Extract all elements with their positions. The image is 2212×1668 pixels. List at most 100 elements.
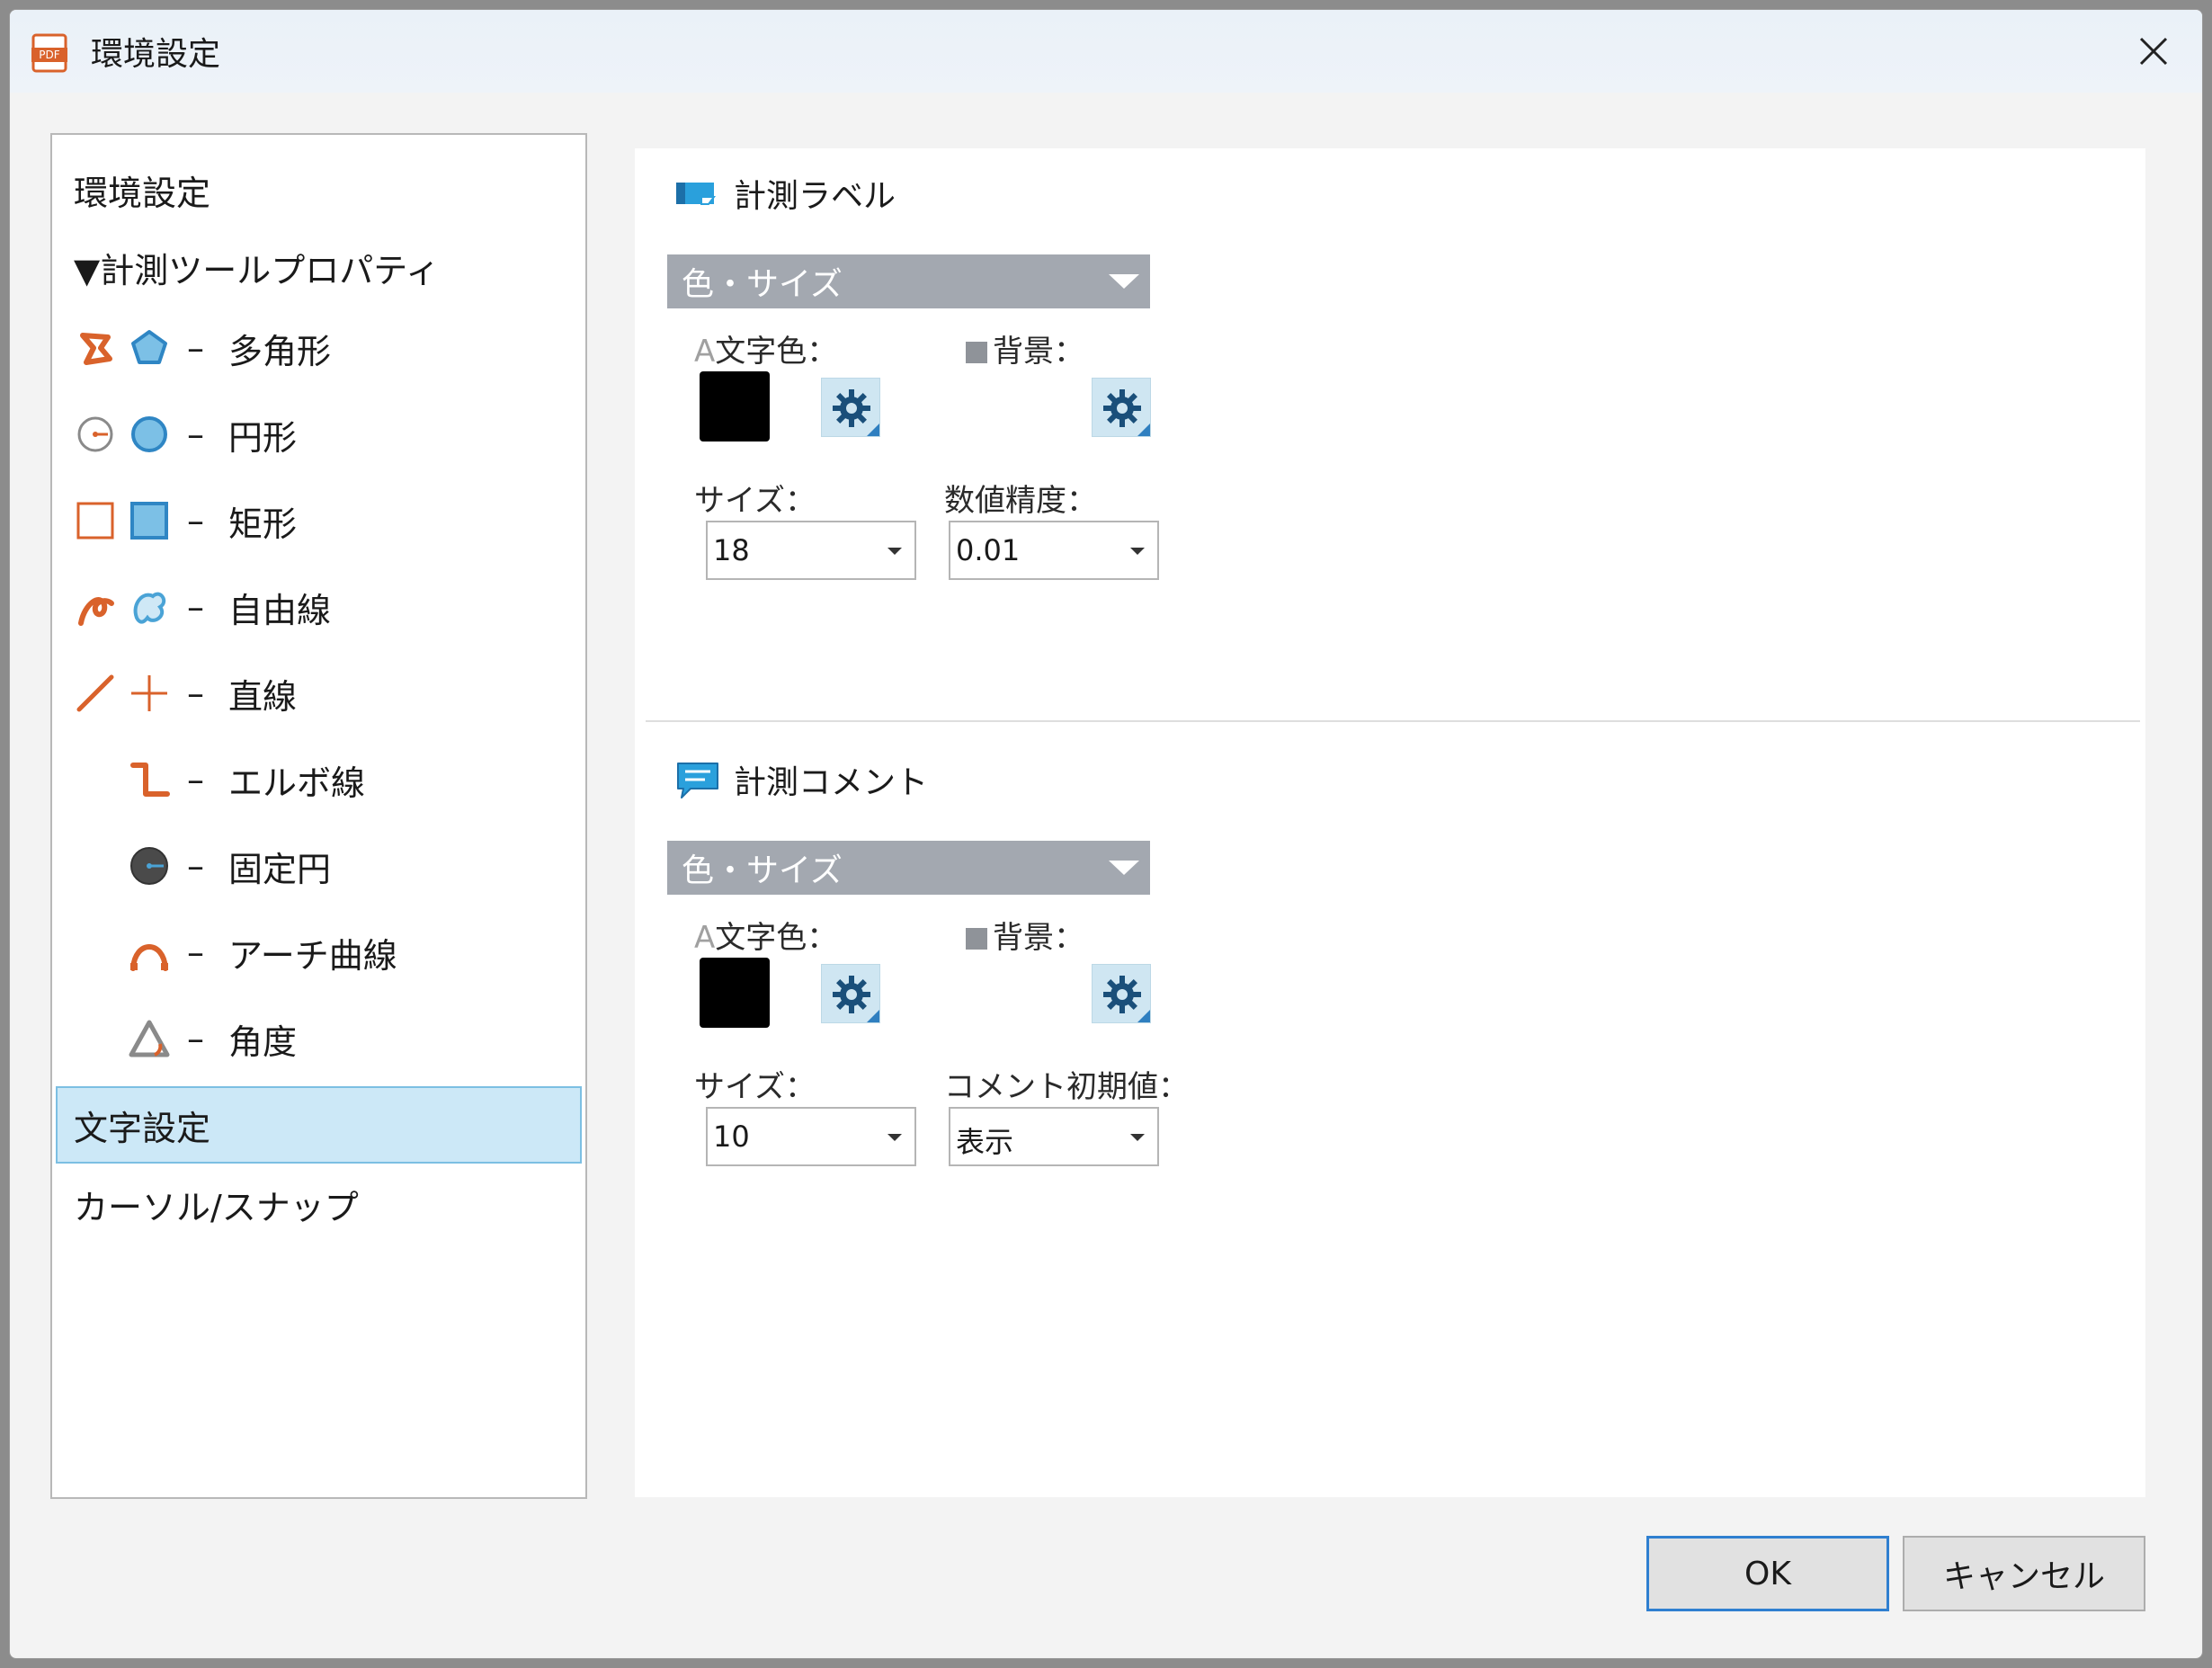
section-title: 計測ラベル <box>734 178 896 215</box>
precision-label: 数値精度： <box>944 483 1097 519</box>
preferences-dialog: PDF 環境設定 環境設定 ▼計測ツールプロパティ – 多角形 – 円形 – 矩… <box>9 9 2203 1659</box>
nav-item-label: 環境設定 <box>74 173 211 213</box>
size-select[interactable]: 18 <box>706 521 916 580</box>
corner-marker <box>1137 1010 1150 1022</box>
nav-item-angle[interactable]: – 角度 <box>52 1003 585 1074</box>
background-label-text: 背景： <box>993 334 1084 370</box>
nav-item-label: 直線 <box>228 676 298 717</box>
text-color-label-text: 文字色： <box>715 334 838 370</box>
freeline-blue-icon <box>133 592 166 624</box>
size-value: 18 <box>713 533 750 567</box>
close-button[interactable] <box>2121 22 2186 80</box>
nav-item-text-settings[interactable]: 文字設定 <box>56 1086 582 1164</box>
nav-item-label: ▼計測ツールプロパティ <box>74 250 440 290</box>
rect-blue-icon <box>130 502 168 540</box>
cancel-button[interactable]: キャンセル <box>1903 1536 2145 1611</box>
corner-marker <box>1137 424 1150 436</box>
comment-initial-value: 表示 <box>956 1125 1014 1159</box>
elbow-line-icon <box>130 763 170 797</box>
text-color-label: A文字色： <box>694 326 837 370</box>
nav-item-fixed-circle[interactable]: – 固定円 <box>52 831 585 901</box>
size-label: サイズ： <box>694 483 816 519</box>
dropdown-arrow-icon <box>1130 1134 1145 1141</box>
dash: – <box>187 415 204 454</box>
dash: – <box>187 328 204 368</box>
nav-item-rectangle[interactable]: – 矩形 <box>52 486 585 556</box>
title-bar[interactable]: PDF 環境設定 <box>10 10 2202 93</box>
section-title: 計測コメント <box>734 764 929 801</box>
dash: – <box>187 932 204 972</box>
nav-item-cursor-snap[interactable]: カーソル/スナップ <box>52 1169 585 1239</box>
background-label: 背景： <box>966 913 1084 957</box>
nav-item-preferences[interactable]: 環境設定 <box>52 155 585 225</box>
angle-icon <box>129 1020 170 1057</box>
cross-orange-icon <box>131 675 167 711</box>
dash: – <box>187 673 204 713</box>
nav-item-straight-line[interactable]: – 直線 <box>52 658 585 728</box>
dash: – <box>187 1019 204 1058</box>
corner-marker <box>867 1010 879 1022</box>
dropdown-arrow-icon <box>1130 548 1145 555</box>
dash: – <box>187 760 204 799</box>
size-select[interactable]: 10 <box>706 1107 916 1166</box>
window-title: 環境設定 <box>91 36 221 73</box>
dropdown-arrow-icon <box>887 548 902 555</box>
fixed-circle-icon <box>130 847 168 885</box>
text-color-a-glyph: A <box>694 920 716 956</box>
circle-blue-icon <box>131 416 167 452</box>
background-square-icon <box>966 928 987 950</box>
dropdown-arrow-icon <box>887 1134 902 1141</box>
nav-item-label: 固定円 <box>228 849 332 889</box>
text-color-settings-button[interactable] <box>821 378 880 437</box>
line-orange-icon <box>76 674 114 712</box>
nav-item-label: カーソル/スナップ <box>74 1187 359 1227</box>
section-measure-comment-header: 計測コメント <box>674 756 928 803</box>
color-size-group-toggle[interactable]: 色・サイズ <box>667 254 1150 308</box>
nav-item-label: アーチ曲線 <box>228 935 397 976</box>
nav-item-freeline[interactable]: – 自由線 <box>52 572 585 642</box>
text-color-swatch[interactable] <box>700 371 770 442</box>
group-title: 色・サイズ <box>682 852 843 889</box>
section-divider <box>646 720 2140 722</box>
nav-item-label: 多角形 <box>228 331 332 371</box>
text-color-label: A文字色： <box>694 913 837 957</box>
nav-item-polygon[interactable]: – 多角形 <box>52 313 585 383</box>
nav-item-circle[interactable]: – 円形 <box>52 399 585 469</box>
nav-item-label: 文字設定 <box>74 1108 211 1148</box>
rect-orange-icon <box>76 502 114 540</box>
background-settings-button[interactable] <box>1092 964 1151 1023</box>
section-measure-label-header: 計測ラベル <box>674 170 896 217</box>
background-label: 背景： <box>966 326 1084 370</box>
arch-curve-icon <box>130 944 168 971</box>
polygon-blue-icon <box>131 330 167 364</box>
nav-item-arch-curve[interactable]: – アーチ曲線 <box>52 917 585 987</box>
comment-initial-select[interactable]: 表示 <box>949 1107 1159 1166</box>
group-title: 色・サイズ <box>682 266 843 303</box>
nav-item-measure-tool-properties[interactable]: ▼計測ツールプロパティ <box>52 232 585 302</box>
nav-item-label: 角度 <box>228 1021 298 1062</box>
nav-item-label: 自由線 <box>228 590 332 630</box>
svg-text:PDF: PDF <box>39 49 59 61</box>
settings-nav: 環境設定 ▼計測ツールプロパティ – 多角形 – 円形 – 矩形 – 自由線 –… <box>50 133 587 1499</box>
dash: – <box>187 587 204 627</box>
size-label: サイズ： <box>694 1069 816 1105</box>
text-color-a-glyph: A <box>694 334 716 370</box>
comment-initial-label: コメント初期値： <box>944 1069 1189 1105</box>
precision-select[interactable]: 0.01 <box>949 521 1159 580</box>
nav-item-label: 円形 <box>228 417 298 458</box>
text-color-swatch[interactable] <box>700 958 770 1028</box>
ok-button[interactable]: OK <box>1646 1536 1889 1611</box>
background-label-text: 背景： <box>993 920 1084 956</box>
nav-item-label: エルボ線 <box>228 763 366 803</box>
background-square-icon <box>966 342 987 363</box>
dash: – <box>187 501 204 540</box>
pdf-app-icon: PDF <box>31 33 67 73</box>
nav-item-elbow-line[interactable]: – エルボ線 <box>52 745 585 815</box>
background-settings-button[interactable] <box>1092 378 1151 437</box>
close-icon <box>2139 37 2168 66</box>
text-settings-panel: 計測ラベル 色・サイズ A文字色： 背景： サイズ： 数値精度： 18 0.01… <box>635 148 2145 1497</box>
freeline-orange-icon <box>78 597 114 626</box>
text-color-settings-button[interactable] <box>821 964 880 1023</box>
color-size-group-toggle[interactable]: 色・サイズ <box>667 841 1150 895</box>
caret-down-icon <box>1109 274 1139 289</box>
